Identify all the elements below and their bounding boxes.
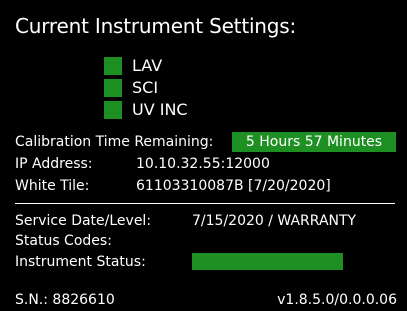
status-codes-label: Status Codes: [15, 233, 112, 249]
uv-inc-status-indicator [104, 101, 122, 119]
firmware-version: v1.8.5.0/0.0.0.06 [277, 292, 397, 308]
sci-label: SCI [132, 78, 159, 97]
sci-status-indicator [104, 79, 122, 97]
service-date-value: 7/15/2020 / WARRANTY [192, 213, 357, 229]
calibration-time-value: 5 Hours 57 Minutes [245, 134, 383, 150]
instrument-status-label: Instrument Status: [15, 254, 146, 270]
lav-label: LAV [132, 56, 163, 75]
ip-address-label: IP Address: [15, 156, 93, 172]
instrument-status-bar [192, 253, 343, 270]
calibration-time-badge: 5 Hours 57 Minutes [232, 132, 396, 152]
ip-address-value: 10.10.32.55:12000 [136, 156, 270, 172]
service-date-label: Service Date/Level: [15, 213, 152, 229]
white-tile-value: 61103310087B [7/20/2020] [136, 178, 331, 194]
lav-status-indicator [104, 57, 122, 75]
screen-title: Current Instrument Settings: [15, 14, 297, 38]
white-tile-label: White Tile: [15, 178, 90, 194]
section-divider [15, 203, 395, 204]
uv-inc-label: UV INC [132, 100, 188, 119]
calibration-label: Calibration Time Remaining: [15, 134, 214, 150]
serial-number: S.N.: 8826610 [15, 292, 115, 308]
